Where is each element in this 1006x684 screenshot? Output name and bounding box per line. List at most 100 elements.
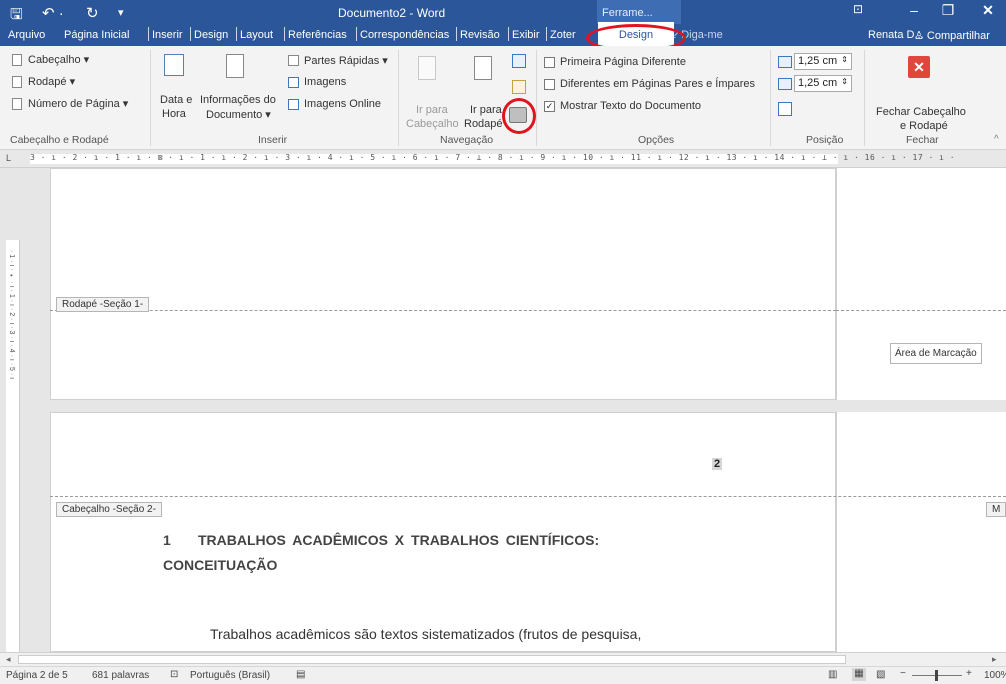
tab-separator <box>508 27 509 41</box>
group-separator <box>770 50 771 146</box>
document-title: Documento2 - Word <box>338 6 446 20</box>
tab-correspondencias[interactable]: Correspondências <box>360 24 449 46</box>
footer-bottom-icon <box>778 78 792 90</box>
close-header-footer-button[interactable]: ✕ Fechar Cabeçalho e Rodapé <box>872 52 970 132</box>
group-separator <box>864 50 865 146</box>
group-separator <box>536 50 537 146</box>
scroll-left-icon[interactable]: ◂ <box>6 654 11 665</box>
go-to-header-icon <box>418 56 436 80</box>
tab-separator <box>190 27 191 41</box>
tab-pagina-inicial[interactable]: Página Inicial <box>64 24 129 46</box>
markup-area-page-2 <box>836 412 1006 652</box>
customize-qat-icon[interactable]: ▾ <box>118 6 124 19</box>
close-x-icon: ✕ <box>908 56 930 78</box>
highlight-ring-link <box>502 98 536 134</box>
tab-arquivo[interactable]: Arquivo <box>8 24 45 46</box>
markup-area-page-1 <box>836 168 1006 400</box>
page-number-icon <box>12 98 22 110</box>
go-to-header-button[interactable]: Ir para Cabeçalho <box>404 52 460 132</box>
heading-line-2: CONCEITUAÇÃO <box>163 557 278 573</box>
group-separator <box>150 50 151 146</box>
ruler-marks: 3 · ı · 2 · ı · 1 · ı · ⊠ · ı · 1 · ı · … <box>30 153 956 162</box>
zoom-slider-thumb[interactable] <box>935 670 938 681</box>
header-from-top-spinner[interactable]: 1,25 cm ⇕ <box>794 53 852 70</box>
heading-line-1: TRABALHOS ACADÊMICOS X TRABALHOS CIENTÍF… <box>198 532 600 548</box>
checkbox-unchecked <box>544 79 555 90</box>
minimize-icon[interactable]: – <box>902 2 926 22</box>
tab-revisao[interactable]: Revisão <box>460 24 500 46</box>
macro-icon[interactable]: ▤ <box>296 669 305 680</box>
vertical-ruler-marks: · 1 · ı · ▪ · ı · 1 · ı · 2 · ı · 3 · ı … <box>8 250 15 380</box>
title-bar: 🖫 ↶ · ↻ ▾ Documento2 - Word Ferrame... ⊡… <box>0 0 1006 52</box>
status-bar: Página 2 de 5 681 palavras ⊡ Português (… <box>0 666 1006 684</box>
page-count-status[interactable]: Página 2 de 5 <box>6 670 68 681</box>
collapse-ribbon-icon[interactable]: ^ <box>994 134 999 145</box>
insert-alignment-tab-icon[interactable] <box>778 102 792 116</box>
header-boundary-line <box>50 496 1006 497</box>
tab-separator <box>546 27 547 41</box>
online-pictures-icon <box>288 99 299 110</box>
web-layout-icon[interactable]: ▧ <box>876 669 885 680</box>
page-1-bottom[interactable] <box>50 168 836 400</box>
print-layout-icon[interactable]: ▦ <box>852 668 866 681</box>
zoom-in-icon[interactable]: + <box>966 668 972 679</box>
group-label-insert: Inserir <box>258 134 288 146</box>
vertical-ruler[interactable]: · 1 · ı · ▪ · ı · 1 · ı · 2 · ı · 3 · ı … <box>6 240 20 652</box>
tab-inserir[interactable]: Inserir <box>152 24 183 46</box>
horizontal-ruler[interactable]: L 3 · ı · 2 · ı · 1 · ı · ⊠ · ı · 1 · ı … <box>0 150 1006 168</box>
group-label-header-footer: Cabeçalho e Rodapé <box>10 134 109 146</box>
tab-referencias[interactable]: Referências <box>288 24 347 46</box>
scrollbar-thumb[interactable] <box>18 655 846 664</box>
horizontal-scrollbar[interactable]: ◂ ▸ <box>0 652 1006 666</box>
scroll-right-icon[interactable]: ▸ <box>992 654 997 665</box>
document-info-button[interactable]: Informações do Documento ▾ <box>196 52 282 132</box>
header-icon <box>12 54 22 66</box>
group-label-position: Posição <box>806 134 844 146</box>
tab-separator <box>284 27 285 41</box>
markup-area-tooltip: Área de Marcação <box>890 343 982 364</box>
next-icon[interactable] <box>512 80 526 94</box>
previous-icon[interactable] <box>512 54 526 68</box>
group-separator <box>398 50 399 146</box>
tab-separator <box>148 27 149 41</box>
date-time-button[interactable]: Data e Hora <box>158 52 192 132</box>
body-paragraph-line: Trabalhos acadêmicos são textos sistemat… <box>210 626 642 642</box>
markup-comment-tag: M <box>986 502 1006 517</box>
spinner-arrows-icon[interactable]: ⇕ <box>841 77 848 86</box>
proofing-icon[interactable]: ⊡ <box>170 669 178 680</box>
undo-icon[interactable]: ↶ · <box>42 4 64 22</box>
go-to-footer-button[interactable]: Ir para Rodapé <box>464 52 506 132</box>
go-to-footer-icon <box>474 56 492 80</box>
footer-icon <box>12 76 22 88</box>
context-tab-group: Ferrame... <box>597 0 681 24</box>
footer-boundary-line <box>50 310 836 311</box>
heading-number: 1 <box>163 532 171 548</box>
checkbox-unchecked <box>544 57 555 68</box>
word-count-status[interactable]: 681 palavras <box>92 670 149 681</box>
group-label-navigation: Navegação <box>440 134 494 146</box>
tab-separator <box>356 27 357 41</box>
zoom-out-icon[interactable]: − <box>900 668 906 679</box>
page-number-field[interactable]: 2 <box>712 458 723 470</box>
maximize-icon[interactable]: ❐ <box>936 2 960 22</box>
share-button[interactable]: ♙ Compartilhar <box>914 24 990 46</box>
ribbon-display-icon[interactable]: ⊡ <box>846 2 870 22</box>
tab-layout[interactable]: Layout <box>240 24 273 46</box>
language-status[interactable]: Português (Brasil) <box>190 670 270 681</box>
header-top-icon <box>778 56 792 68</box>
pictures-icon <box>288 77 299 88</box>
calendar-icon <box>164 54 184 76</box>
read-mode-icon[interactable]: ▥ <box>828 669 837 680</box>
tab-separator <box>236 27 237 41</box>
zoom-level[interactable]: 100% <box>984 670 1006 681</box>
footer-boundary-line-markup <box>836 310 1006 311</box>
tab-selector-icon[interactable]: L <box>6 153 11 163</box>
quick-parts-icon <box>288 55 299 66</box>
tab-design-doc[interactable]: Design <box>194 24 228 46</box>
tab-zotero[interactable]: Zoter <box>550 24 576 46</box>
spinner-arrows-icon[interactable]: ⇕ <box>841 55 848 64</box>
tab-exibir[interactable]: Exibir <box>512 24 540 46</box>
footer-from-bottom-spinner[interactable]: 1,25 cm ⇕ <box>794 75 852 92</box>
redo-icon[interactable]: ↻ <box>86 4 99 22</box>
close-icon[interactable]: ✕ <box>976 2 1000 22</box>
